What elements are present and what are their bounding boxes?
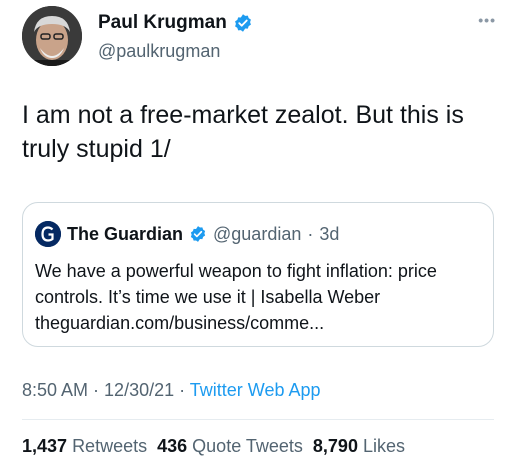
- quote-tweets-stat[interactable]: 436 Quote Tweets: [157, 436, 303, 456]
- retweets-label: Retweets: [72, 436, 148, 456]
- more-options-icon[interactable]: •••: [478, 12, 496, 28]
- verified-badge-icon: [233, 13, 253, 33]
- likes-label: Likes: [362, 436, 405, 456]
- retweets-count: 1,437: [22, 436, 68, 456]
- quoted-separator: ·: [307, 223, 314, 244]
- quoted-age: 3d: [319, 223, 340, 244]
- quoted-author-handle: @guardian: [213, 223, 302, 244]
- guardian-logo-icon: [35, 221, 61, 247]
- meta-separator: ·: [88, 380, 105, 400]
- quoted-tweet-body: We have a powerful weapon to fight infla…: [35, 258, 487, 336]
- tweet-text: I am not a free-market zealot. But this …: [22, 101, 464, 163]
- likes-stat[interactable]: 8,790 Likes: [313, 436, 405, 456]
- quoted-tweet[interactable]: The Guardian @guardian · 3d We have a po…: [22, 202, 494, 347]
- quoted-verified-badge-icon: [189, 225, 207, 243]
- author-display-name[interactable]: Paul Krugman: [98, 12, 227, 34]
- quoted-tweet-text: We have a powerful weapon to fight infla…: [35, 261, 437, 307]
- quote-tweets-label: Quote Tweets: [192, 436, 303, 456]
- tweet-time[interactable]: 8:50 AM: [22, 380, 88, 400]
- retweets-stat[interactable]: 1,437 Retweets: [22, 436, 147, 456]
- quoted-tweet-header: The Guardian @guardian · 3d: [35, 221, 339, 247]
- avatar-photo: [22, 6, 82, 66]
- likes-count: 8,790: [312, 436, 358, 456]
- quoted-author-name: The Guardian: [67, 223, 184, 244]
- author-handle[interactable]: @paulkrugman: [98, 41, 220, 62]
- engagement-stats: 1,437 Retweets 436 Quote Tweets 8,790 Like…: [22, 436, 405, 457]
- divider: [22, 419, 494, 420]
- tweet-card: Paul Krugman @paulkrugman ••• I am not a…: [0, 0, 512, 466]
- tweet-meta: 8:50 AM · 12/30/21 · Twitter Web App: [22, 380, 321, 401]
- quoted-tweet-link[interactable]: theguardian.com/business/comme...: [35, 310, 487, 336]
- author-name-row[interactable]: Paul Krugman: [98, 12, 253, 34]
- avatar[interactable]: [22, 6, 82, 66]
- tweet-date[interactable]: 12/30/21: [104, 380, 174, 400]
- source-app-link[interactable]: Twitter Web App: [190, 380, 321, 400]
- quote-tweets-count: 436: [157, 436, 188, 456]
- meta-separator: ·: [174, 380, 190, 400]
